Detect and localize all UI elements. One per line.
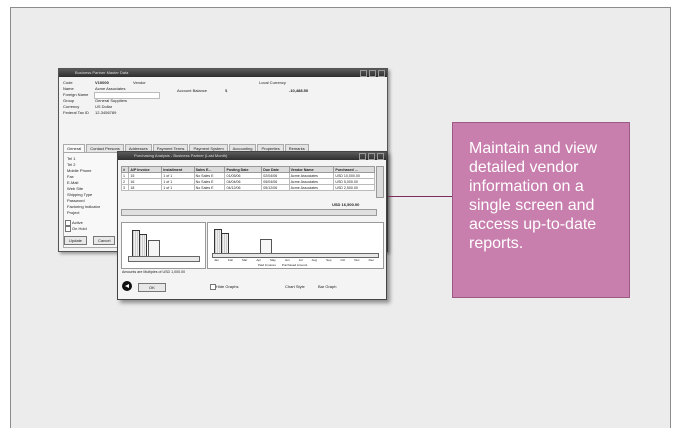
project-label: Project bbox=[67, 210, 80, 215]
month-label: Nov bbox=[354, 258, 360, 262]
month-label: Feb bbox=[227, 258, 234, 262]
group-select[interactable]: General Suppliers bbox=[95, 98, 127, 103]
close-icon[interactable] bbox=[377, 153, 384, 160]
federal-tax-field[interactable]: 12-3456789 bbox=[95, 110, 116, 115]
hide-graphs-label: Hide Graphs bbox=[216, 284, 239, 289]
chart-style-label: Chart Style bbox=[285, 284, 305, 289]
close-icon[interactable] bbox=[378, 70, 385, 77]
total-value: USD 16,500.00 bbox=[332, 202, 360, 207]
month-label: Jul bbox=[298, 258, 303, 262]
table-cell: 1 of 1 bbox=[161, 184, 195, 191]
table-cell: 3 bbox=[120, 184, 130, 191]
minimize-icon[interactable] bbox=[359, 153, 366, 160]
name-field[interactable]: Acme Associates bbox=[95, 86, 125, 91]
fax-label: Fax bbox=[67, 174, 74, 179]
table-cell: No Sales E bbox=[193, 184, 226, 191]
chart-bar bbox=[221, 233, 229, 255]
local-currency-select[interactable]: Local Currency bbox=[259, 80, 286, 85]
month-label: Sep bbox=[326, 258, 332, 262]
chart-bar bbox=[139, 234, 147, 258]
chart-floor bbox=[128, 256, 200, 262]
maximize-icon[interactable] bbox=[369, 70, 376, 77]
code-label: Code bbox=[63, 80, 73, 85]
table-cell: USD 2,500.00 bbox=[333, 184, 375, 191]
bp-type-select[interactable]: Vendor bbox=[133, 80, 146, 85]
table-cell: Acme Associates bbox=[288, 184, 335, 191]
shipping-type-label: Shipping Type bbox=[67, 192, 93, 197]
group-label: Group bbox=[63, 98, 75, 103]
website-label: Web Site bbox=[67, 186, 84, 191]
month-label: Aug bbox=[311, 258, 317, 262]
currency-select[interactable]: US Dollar bbox=[95, 104, 112, 109]
maximize-icon[interactable] bbox=[368, 153, 375, 160]
month-label: May bbox=[270, 258, 276, 262]
callout-connector-line bbox=[388, 196, 452, 197]
federal-tax-label: Federal Tax ID bbox=[63, 110, 89, 115]
table-row[interactable]: 3 18 1 of 1 No Sales E 04/12/06 05/12/06 Acme … bbox=[120, 184, 375, 191]
code-value[interactable]: V10000 bbox=[95, 80, 109, 85]
tel1-label: Tel 1 bbox=[67, 156, 76, 161]
pa-window-titlebar: Purchasing Analysis - Business Partner (… bbox=[118, 152, 386, 160]
factoring-label: Factoring Indicator bbox=[67, 204, 101, 209]
horizontal-scrollbar[interactable] bbox=[121, 209, 377, 216]
mobile-label: Mobile Phone bbox=[67, 168, 92, 173]
pa-window-title: Purchasing Analysis - Business Partner (… bbox=[134, 153, 228, 158]
update-button[interactable]: Update bbox=[64, 236, 87, 245]
callout-text: Maintain and view detailed vendor inform… bbox=[469, 140, 598, 252]
minimize-icon[interactable] bbox=[360, 70, 367, 77]
name-label: Name bbox=[63, 86, 74, 91]
ok-button[interactable]: OK bbox=[138, 283, 166, 292]
month-label: Jun bbox=[284, 258, 290, 262]
foreign-name-label: Foreign Name bbox=[63, 92, 89, 97]
cancel-button[interactable]: Cancel bbox=[93, 236, 116, 245]
table-scrollbar[interactable] bbox=[376, 166, 384, 198]
legend-paid: Paid Invoices bbox=[258, 263, 276, 267]
purchasing-analysis-window: Purchasing Analysis - Business Partner (… bbox=[117, 151, 387, 300]
email-label: E-Mail bbox=[67, 180, 79, 185]
legend-purchased: Purchased Amount bbox=[281, 263, 308, 267]
purchase-chart-panel: Jan Feb Mar Apr May Jun Jul Aug Sep Oct Nov Dec Pai… bbox=[207, 222, 384, 269]
chart-x-axis: Jan Feb Mar Apr May Jun Jul Aug Sep Oct Nov Dec bbox=[214, 258, 374, 262]
chart-style-select[interactable]: Bar Graph bbox=[318, 284, 336, 289]
callout-box: Maintain and view detailed vendor inform… bbox=[452, 122, 630, 298]
invoice-table: # A/P Invoice Installment Sales E... Posting… bbox=[120, 166, 375, 191]
month-label: Apr bbox=[256, 258, 262, 262]
bp-window-titlebar: Business Partner Master Data bbox=[59, 69, 387, 77]
account-balance-value: -10,488.50 bbox=[289, 88, 309, 93]
table-body: 1 15 1 of 1 No Sales E 01/05/06 02/04/06 Acme … bbox=[120, 172, 375, 191]
month-label: Oct bbox=[340, 258, 346, 262]
mini-chart-panel bbox=[121, 222, 206, 269]
on-hold-label: On Hold bbox=[72, 226, 87, 231]
table-cell: 18 bbox=[128, 184, 163, 191]
active-label: Active bbox=[72, 220, 83, 225]
on-hold-checkbox[interactable] bbox=[65, 226, 71, 232]
month-label: Dec bbox=[368, 258, 374, 262]
account-balance-currency: $ bbox=[225, 88, 228, 93]
amounts-note: Amounts are Multiples of USD 1,000.00 bbox=[122, 270, 186, 274]
month-label: Jan bbox=[214, 258, 219, 262]
password-label: Password bbox=[67, 198, 85, 203]
table-cell: 04/12/06 bbox=[224, 184, 263, 191]
account-balance-label: Account Balance bbox=[177, 88, 208, 93]
currency-label: Currency bbox=[63, 104, 80, 109]
tel2-label: Tel 2 bbox=[67, 162, 76, 167]
chart-legend: Paid Invoices Purchased Amount bbox=[258, 263, 307, 267]
table-cell: 05/12/06 bbox=[261, 184, 290, 191]
bp-window-title: Business Partner Master Data bbox=[75, 70, 129, 75]
month-label: Mar bbox=[242, 258, 248, 262]
arrow-back-icon[interactable] bbox=[122, 281, 132, 291]
